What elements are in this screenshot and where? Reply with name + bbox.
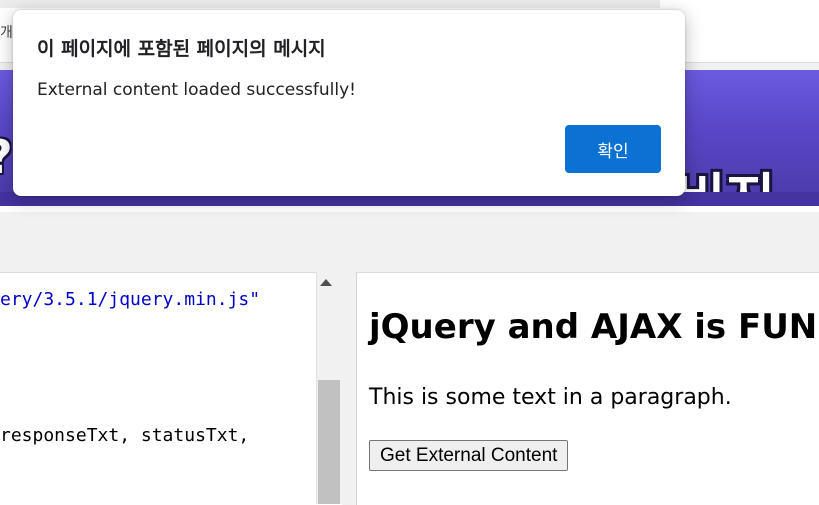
- scrollbar-thumb[interactable]: [318, 380, 340, 504]
- pane-divider[interactable]: [342, 272, 356, 504]
- dialog-title: 이 페이지에 포함된 페이지의 메시지: [37, 38, 326, 60]
- dialog-message: External content loaded successfully!: [37, 80, 356, 100]
- code-editor-pane[interactable]: ery/3.5.1/jquery.min.js" responseTxt, st…: [0, 272, 342, 505]
- code-line-callback: responseTxt, statusTxt,: [0, 425, 250, 446]
- result-pane: jQuery and AJAX is FUN! This is some tex…: [356, 272, 819, 505]
- result-heading: jQuery and AJAX is FUN!: [369, 307, 819, 347]
- get-external-content-button[interactable]: Get External Content: [369, 440, 569, 471]
- banner-separator: [0, 206, 819, 212]
- result-paragraph: This is some text in a paragraph.: [369, 385, 732, 410]
- banner-text-left: ?: [0, 130, 13, 184]
- dialog-ok-button[interactable]: 확인: [565, 125, 661, 173]
- code-line-script-src: ery/3.5.1/jquery.min.js": [0, 289, 261, 310]
- scroll-up-arrow-icon[interactable]: [320, 279, 332, 286]
- alert-dialog: 이 페이지에 포함된 페이지의 메시지 External content loa…: [13, 10, 685, 196]
- top-faint-bar: [0, 0, 660, 8]
- background-tab-text: 개: [0, 25, 13, 41]
